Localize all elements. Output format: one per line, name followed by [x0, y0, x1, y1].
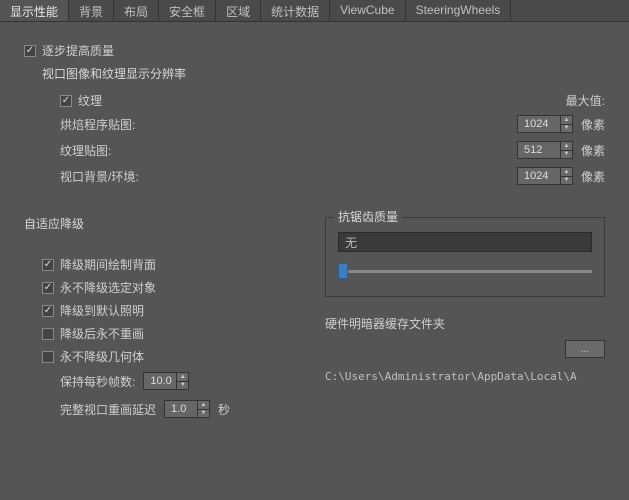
bg-env-label: 视口背景/环境:: [60, 168, 242, 185]
never-redraw-label: 降级后永不重画: [60, 325, 144, 342]
antialias-slider[interactable]: [338, 260, 592, 284]
tab-display-performance[interactable]: 显示性能: [0, 0, 69, 21]
degrade-title: 自适应降级: [24, 215, 301, 232]
full-redraw-label: 完整视口重画延迟: [60, 401, 156, 418]
pixel-unit: 像素: [581, 168, 605, 185]
never-geometry-checkbox[interactable]: [42, 351, 54, 363]
spinner-down-icon[interactable]: ▼: [198, 410, 209, 418]
bake-map-value: 1024: [524, 118, 548, 130]
bg-env-value: 1024: [524, 170, 548, 182]
bake-map-label: 烘焙程序贴图:: [60, 116, 242, 133]
texture-checkbox[interactable]: [60, 95, 72, 107]
texture-row: 纹理: [60, 92, 445, 109]
tab-viewcube[interactable]: ViewCube: [330, 0, 405, 21]
content-area: 逐步提高质量 视口图像和纹理显示分辨率 纹理 最大值: 烘焙程序贴图: 1024…: [0, 22, 629, 459]
cache-path: C:\Users\Administrator\AppData\Local\A: [325, 370, 605, 383]
tabs-bar: 显示性能 背景 布局 安全框 区域 统计数据 ViewCube Steering…: [0, 0, 629, 22]
texture-label: 纹理: [78, 92, 102, 109]
spinner-up-icon[interactable]: ▲: [177, 373, 188, 382]
cache-title: 硬件明暗器缓存文件夹: [325, 315, 605, 332]
full-redraw-value: 1.0: [171, 403, 186, 415]
draw-backface-checkbox[interactable]: [42, 259, 54, 271]
improve-quality-row: 逐步提高质量: [24, 42, 605, 59]
max-value-header: 最大值:: [445, 92, 605, 111]
seconds-unit: 秒: [218, 401, 230, 418]
slider-track: [338, 270, 592, 273]
browse-button[interactable]: ...: [565, 340, 605, 358]
antialias-value-field[interactable]: [338, 232, 592, 252]
never-geometry-label: 永不降级几何体: [60, 348, 144, 365]
keep-fps-label: 保持每秒帧数:: [60, 373, 135, 390]
improve-quality-label: 逐步提高质量: [42, 42, 114, 59]
never-selected-checkbox[interactable]: [42, 282, 54, 294]
bg-env-spinner[interactable]: 1024 ▲ ▼: [517, 167, 573, 185]
bake-map-spinner[interactable]: 1024 ▲ ▼: [517, 115, 573, 133]
spinner-down-icon[interactable]: ▼: [177, 382, 188, 390]
resolution-title: 视口图像和纹理显示分辨率: [42, 65, 605, 82]
pixel-unit: 像素: [581, 116, 605, 133]
antialias-title: 抗锯齿质量: [334, 208, 402, 225]
texture-map-value: 512: [524, 144, 542, 156]
draw-backface-label: 降级期间绘制背面: [60, 256, 156, 273]
pixel-unit: 像素: [581, 142, 605, 159]
tab-region[interactable]: 区域: [216, 0, 261, 21]
improve-quality-checkbox[interactable]: [24, 45, 36, 57]
spinner-up-icon[interactable]: ▲: [198, 401, 209, 410]
spinner-up-icon[interactable]: ▲: [561, 116, 572, 125]
keep-fps-value: 10.0: [150, 375, 171, 387]
full-redraw-spinner[interactable]: 1.0 ▲ ▼: [164, 400, 210, 418]
spinner-down-icon[interactable]: ▼: [561, 151, 572, 159]
spinner-up-icon[interactable]: ▲: [561, 142, 572, 151]
default-light-checkbox[interactable]: [42, 305, 54, 317]
degrade-group: 降级期间绘制背面 永不降级选定对象 降级到默认照明 降级后永不重画 永不降级几何…: [24, 242, 301, 439]
antialias-group: 抗锯齿质量: [325, 217, 605, 297]
spinner-up-icon[interactable]: ▲: [561, 168, 572, 177]
tab-background[interactable]: 背景: [69, 0, 114, 21]
texture-map-spinner[interactable]: 512 ▲ ▼: [517, 141, 573, 159]
never-selected-label: 永不降级选定对象: [60, 279, 156, 296]
spinner-down-icon[interactable]: ▼: [561, 125, 572, 133]
tab-steeringwheels[interactable]: SteeringWheels: [406, 0, 512, 21]
tab-statistics[interactable]: 统计数据: [261, 0, 330, 21]
never-redraw-checkbox[interactable]: [42, 328, 54, 340]
default-light-label: 降级到默认照明: [60, 302, 144, 319]
tab-safeframe[interactable]: 安全框: [159, 0, 216, 21]
texture-map-label: 纹理贴图:: [60, 142, 242, 159]
tab-layout[interactable]: 布局: [114, 0, 159, 21]
spinner-down-icon[interactable]: ▼: [561, 177, 572, 185]
keep-fps-spinner[interactable]: 10.0 ▲ ▼: [143, 372, 189, 390]
slider-thumb[interactable]: [338, 263, 348, 279]
